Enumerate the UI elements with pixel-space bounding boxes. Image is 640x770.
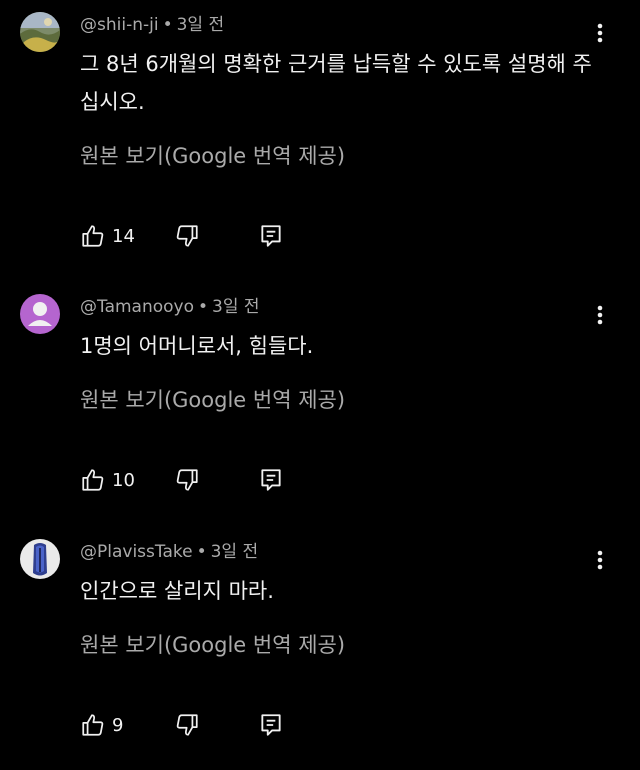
reply-icon bbox=[261, 225, 281, 247]
reply-button[interactable] bbox=[258, 465, 286, 495]
thumbs-up-icon bbox=[82, 225, 104, 247]
comment-actions: 10 bbox=[80, 465, 340, 495]
dislike-button[interactable] bbox=[174, 465, 202, 495]
thumbs-down-icon bbox=[176, 714, 198, 736]
meta-separator: • bbox=[162, 15, 173, 35]
like-count: 9 bbox=[112, 714, 124, 736]
like-count: 14 bbox=[112, 225, 135, 247]
comment-author[interactable]: @Tamanooyo bbox=[80, 297, 194, 317]
comment-meta: @shii-n-ji • 3일 전 bbox=[80, 14, 224, 36]
thumbs-up-icon bbox=[82, 469, 104, 491]
thumbs-down-icon bbox=[176, 225, 198, 247]
comment-time[interactable]: 3일 전 bbox=[211, 542, 259, 562]
like-button[interactable]: 14 bbox=[80, 221, 135, 251]
comment-item: @shii-n-ji • 3일 전 그 8년 6개월의 명확한 근거를 납득할 수 … bbox=[0, 12, 640, 252]
comment-actions: 14 bbox=[80, 221, 340, 251]
more-vert-icon[interactable] bbox=[590, 18, 610, 48]
avatar[interactable] bbox=[20, 12, 60, 52]
more-vert-icon[interactable] bbox=[590, 545, 610, 575]
comment-actions: 9 bbox=[80, 710, 340, 740]
translate-link[interactable]: 원본 보기(Google 번역 제공) bbox=[80, 386, 345, 414]
thumbs-down-icon bbox=[176, 469, 198, 491]
comment-text: 인간으로 살리지 마라. bbox=[80, 579, 274, 603]
reply-button[interactable] bbox=[258, 710, 286, 740]
comment-author[interactable]: @PlavissTake bbox=[80, 542, 193, 562]
comment-meta: @Tamanooyo • 3일 전 bbox=[80, 296, 260, 318]
comment-text: 1명의 어머니로서, 힘들다. bbox=[80, 334, 314, 358]
translate-link[interactable]: 원본 보기(Google 번역 제공) bbox=[80, 631, 345, 659]
avatar-image bbox=[20, 539, 60, 579]
comment-time[interactable]: 3일 전 bbox=[177, 15, 225, 35]
dislike-button[interactable] bbox=[174, 221, 202, 251]
comment-item: @Tamanooyo • 3일 전 1명의 어머니로서, 힘들다. 원본 보기(Go… bbox=[0, 294, 640, 504]
like-count: 10 bbox=[112, 469, 135, 491]
comment-item: @PlavissTake • 3일 전 인간으로 살리지 마라. 원본 보기(Goo… bbox=[0, 539, 640, 749]
comment-time[interactable]: 3일 전 bbox=[212, 297, 260, 317]
more-vert-icon[interactable] bbox=[590, 300, 610, 330]
reply-icon bbox=[261, 714, 281, 736]
reply-button[interactable] bbox=[258, 221, 286, 251]
dislike-button[interactable] bbox=[174, 710, 202, 740]
meta-separator: • bbox=[198, 297, 209, 317]
comment-author[interactable]: @shii-n-ji bbox=[80, 15, 159, 35]
default-avatar-icon bbox=[20, 294, 60, 334]
thumbs-up-icon bbox=[82, 714, 104, 736]
like-button[interactable]: 9 bbox=[80, 710, 123, 740]
comment-meta: @PlavissTake • 3일 전 bbox=[80, 541, 258, 563]
meta-separator: • bbox=[196, 542, 207, 562]
comment-text: 그 8년 6개월의 명확한 근거를 납득할 수 있도록 설명해 주십시오. bbox=[80, 52, 592, 114]
avatar[interactable] bbox=[20, 539, 60, 579]
reply-icon bbox=[261, 469, 281, 491]
translate-link[interactable]: 원본 보기(Google 번역 제공) bbox=[80, 142, 345, 170]
avatar-image bbox=[20, 12, 60, 52]
avatar[interactable] bbox=[20, 294, 60, 334]
like-button[interactable]: 10 bbox=[80, 465, 135, 495]
